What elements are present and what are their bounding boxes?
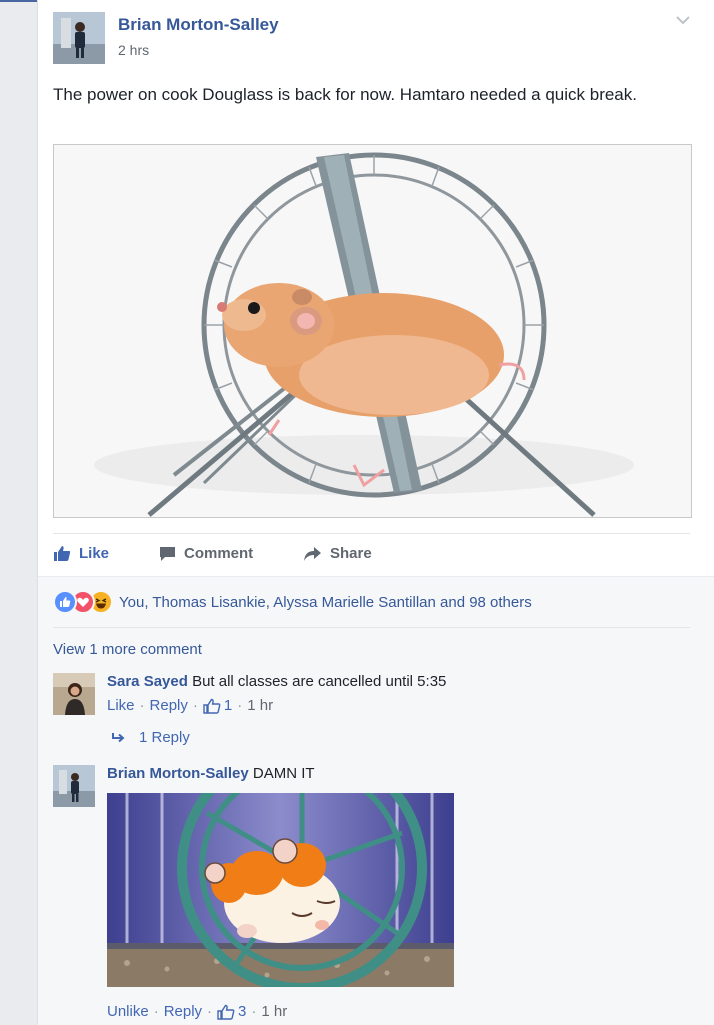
comment-meta: Like · Reply · 1 · 1 hr [107,697,273,714]
comment-reply-link[interactable]: Reply [150,697,188,714]
view-replies-link[interactable]: 1 Reply [111,729,190,746]
comment-unlike-link[interactable]: Unlike [107,1003,149,1020]
actions-divider [53,533,690,534]
separator-dot: · [251,1003,257,1020]
separator-dot: · [153,1003,159,1020]
commenter-avatar[interactable] [53,673,95,715]
post-text: The power on cook Douglass is back for n… [53,85,637,104]
comment-gif[interactable] [107,793,454,987]
comment-meta: Unlike · Reply · 3 · 1 hr [107,1003,287,1020]
comment-body: Brian Morton-Salley DAMN IT [107,765,315,783]
reaction-icons [53,590,119,614]
separator-dot: · [192,697,198,714]
thumbs-up-icon [54,546,71,561]
comment-author[interactable]: Sara Sayed [107,673,188,690]
comment-button[interactable]: Comment [159,545,253,562]
separator-dot: · [207,1003,213,1020]
reaction-names[interactable]: You, Thomas Lisankie, Alyssa Marielle Sa… [119,594,532,611]
chevron-down-icon[interactable] [674,14,692,26]
comment-author[interactable]: Brian Morton-Salley [107,765,249,782]
thumbs-up-outline-icon[interactable] [203,698,221,714]
post-author-name[interactable]: Brian Morton-Salley [118,15,279,35]
like-button[interactable]: Like [53,545,109,562]
comment-label: Comment [184,545,254,562]
reactions-divider [53,627,690,628]
post-photo[interactable] [53,144,692,518]
author-avatar[interactable] [53,12,105,64]
thumbs-up-outline-icon[interactable] [217,1004,235,1020]
post-actions: Like Comment Share [53,545,690,567]
view-more-comments-link[interactable]: View 1 more comment [53,641,202,658]
share-button[interactable]: Share [303,545,372,562]
post-timestamp[interactable]: 2 hrs [118,42,149,58]
reply-arrow-icon [112,732,125,742]
comment-like-link[interactable]: Like [107,697,135,714]
comment-text: But all classes are cancelled until 5:35 [192,673,447,690]
comment-body: Sara Sayed But all classes are cancelled… [107,673,446,691]
commenter-avatar[interactable] [53,765,95,807]
comment-like-count[interactable]: 3 [238,1003,246,1020]
post-card: Brian Morton-Salley 2 hrs The power on c… [37,0,714,1025]
comment-bubble-icon [160,546,175,561]
comment-text: DAMN IT [252,765,315,782]
separator-dot: · [139,697,145,714]
like-label: Like [79,545,110,562]
like-reaction-icon [53,590,77,614]
comment-reply-link[interactable]: Reply [164,1003,202,1020]
share-label: Share [330,545,372,562]
comment-like-count[interactable]: 1 [224,697,232,714]
reactions-summary[interactable]: You, Thomas Lisankie, Alyssa Marielle Sa… [53,590,532,614]
share-arrow-icon [304,546,321,561]
separator-dot: · [237,697,243,714]
comment-time[interactable]: 1 hr [247,697,273,714]
comment-time[interactable]: 1 hr [261,1003,287,1020]
replies-count: 1 Reply [139,729,190,746]
